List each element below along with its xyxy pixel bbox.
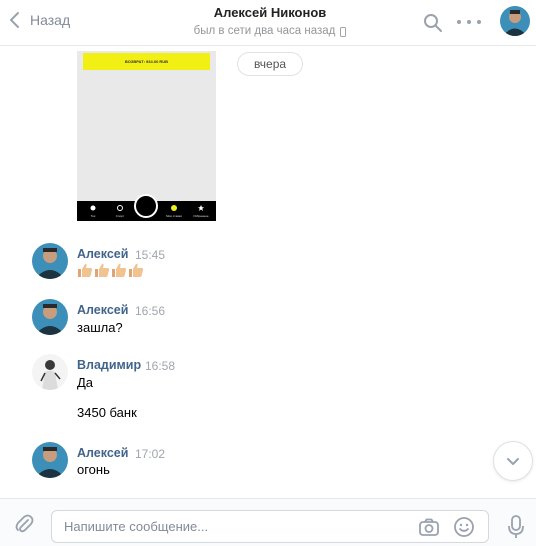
mic-icon[interactable] xyxy=(507,515,525,539)
chevron-down-icon xyxy=(507,457,519,465)
message-text: огонь xyxy=(77,462,110,477)
thumbs-up-icon xyxy=(78,263,93,277)
back-chevron-icon xyxy=(10,12,19,28)
smile-icon[interactable] xyxy=(453,516,475,538)
message-author[interactable]: Алексей xyxy=(77,303,128,317)
screenshot-banner: ВОЗВРАТ: 934.00 RUB xyxy=(83,53,210,70)
avatar[interactable] xyxy=(32,299,68,335)
contact-status: был в сети два часа назад xyxy=(194,24,347,39)
shared-screenshot[interactable]: ВОЗВРАТ: 934.00 RUB Ток Спорт Мои ставки… xyxy=(77,51,216,221)
nav-label: Спорт xyxy=(115,214,125,218)
search-icon[interactable] xyxy=(423,13,443,33)
header-avatar[interactable] xyxy=(500,6,530,36)
message-text: зашла? xyxy=(77,320,123,335)
thumbs-up-icon xyxy=(129,263,144,277)
screenshot-center-button xyxy=(134,194,158,218)
chat-header: Назад Алексей Никонов был в сети два час… xyxy=(0,0,536,46)
avatar[interactable] xyxy=(32,442,68,478)
date-separator: вчера xyxy=(237,52,303,76)
message-time: 16:58 xyxy=(145,359,176,373)
phone-icon xyxy=(340,26,347,37)
message-emoji xyxy=(77,262,144,278)
thumbs-up-icon xyxy=(112,263,127,277)
message-time: 17:02 xyxy=(135,447,166,461)
contact-name: Алексей Никонов xyxy=(213,5,327,20)
message-author[interactable]: Алексей xyxy=(77,247,128,261)
status-text: был в сети два часа назад xyxy=(193,25,336,37)
scroll-down-button[interactable] xyxy=(493,441,533,481)
message-composer xyxy=(0,498,536,546)
nav-label: Мои ставки xyxy=(166,214,182,218)
camera-icon[interactable] xyxy=(418,517,440,537)
message-text: Да xyxy=(77,375,94,390)
message-text: 3450 банк xyxy=(77,405,137,420)
message-input-wrap xyxy=(51,510,489,543)
avatar[interactable] xyxy=(32,243,68,279)
message-input[interactable] xyxy=(64,511,404,542)
thumbs-up-icon xyxy=(95,263,110,277)
chat-title[interactable]: Алексей Никонов был в сети два часа наза… xyxy=(150,5,390,39)
message-author[interactable]: Алексей xyxy=(77,446,128,460)
back-button[interactable]: Назад xyxy=(8,11,70,29)
attach-icon[interactable] xyxy=(13,513,35,535)
nav-label: Избранное xyxy=(193,214,209,218)
back-label: Назад xyxy=(30,12,71,28)
message-author[interactable]: Владимир xyxy=(77,358,141,372)
avatar[interactable] xyxy=(32,354,68,390)
nav-label: Ток xyxy=(90,214,96,218)
message-time: 16:56 xyxy=(135,304,166,318)
more-icon[interactable] xyxy=(457,14,481,30)
message-time: 15:45 xyxy=(135,248,166,262)
